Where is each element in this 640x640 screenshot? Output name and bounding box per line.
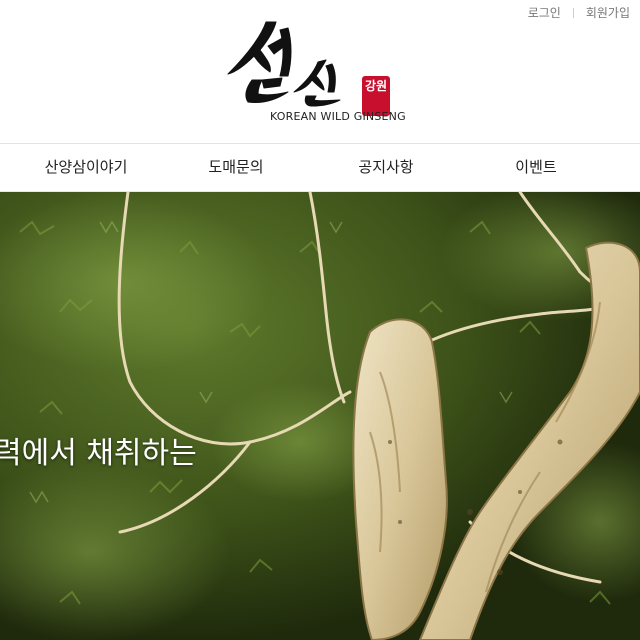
util-divider [572, 7, 574, 18]
hero-banner: 력에서 채취하는 [0, 192, 640, 640]
nav-item-wholesale[interactable]: 도매문의 [208, 144, 263, 191]
logo-subtitle: KOREAN WILD GINSENG [270, 110, 406, 123]
site-logo[interactable]: 강원 KOREAN WILD GINSENG [222, 16, 406, 128]
nav-item-event[interactable]: 이벤트 [515, 144, 556, 191]
hero-caption: 력에서 채취하는 [0, 436, 197, 471]
hero-image [0, 192, 640, 640]
signup-link[interactable]: 회원가입 [586, 4, 630, 21]
login-link[interactable]: 로그인 [528, 4, 561, 21]
logo-calligraphy [227, 21, 341, 107]
nav-item-notice[interactable]: 공지사항 [358, 144, 413, 191]
site-header: 로그인 회원가입 강원 KOREAN WILD GINSENG [0, 0, 640, 144]
utility-links: 로그인 회원가입 [528, 4, 630, 21]
main-nav: 산양삼이야기 도매문의 공지사항 이벤트 [0, 144, 640, 192]
nav-item-story[interactable]: 산양삼이야기 [45, 144, 128, 191]
